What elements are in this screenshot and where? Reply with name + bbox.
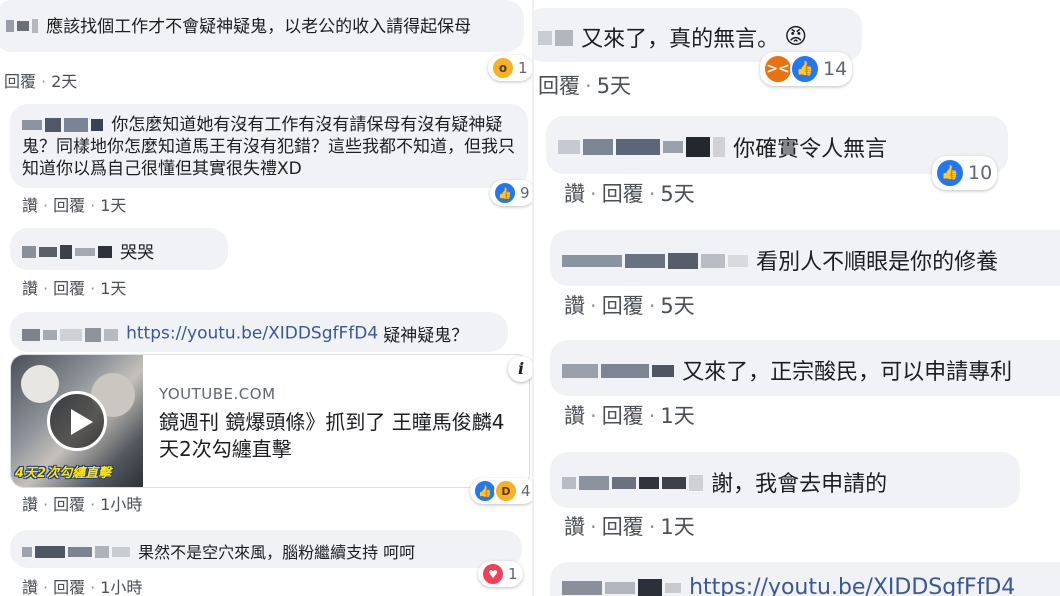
reaction-count: 14: [823, 58, 848, 80]
reaction-count: 1: [518, 59, 528, 77]
reaction-summary[interactable]: 👍 10: [932, 156, 998, 190]
like-reaction-icon: 👍: [493, 181, 517, 205]
blurred-commenter-name[interactable]: [22, 324, 121, 343]
comment-bubble: 應該找個工作才不會疑神疑鬼，以老公的收入請得起保母: [0, 0, 524, 52]
comment-link[interactable]: https://youtu.be/XIDDSgfFfD4: [689, 575, 1015, 596]
blurred-commenter-name[interactable]: [6, 15, 41, 34]
timestamp[interactable]: 5天: [597, 74, 631, 98]
comment-text: 又來了，真的無言。: [581, 27, 780, 52]
info-icon[interactable]: i: [508, 356, 532, 382]
reply-link[interactable]: 回覆: [602, 404, 644, 428]
comment-bubble: 又來了，正宗酸民，可以申請專利: [550, 340, 1060, 396]
comment-meta: 讚 · 回覆 · 5天: [564, 182, 695, 206]
comment-link[interactable]: https://youtu.be/XIDDSgfFfD4: [126, 324, 378, 344]
comment-bubble: 謝，我會去申請的: [550, 452, 1020, 508]
wow-reaction-icon: o: [491, 56, 515, 80]
comment-text: 看別人不順眼是你的修養: [756, 250, 999, 275]
comment-text: 應該找個工作才不會疑神疑鬼，以老公的收入請得起保母: [46, 17, 472, 37]
blurred-commenter-name[interactable]: [22, 241, 115, 260]
comment-meta: 讚 · 回覆 · 1天: [22, 196, 127, 215]
reply-link[interactable]: 回覆: [538, 74, 580, 98]
like-reaction-icon: 👍: [790, 54, 820, 84]
angry-emoji-icon: 😡: [784, 24, 808, 50]
blurred-commenter-name[interactable]: [22, 114, 106, 136]
comment-meta: 讚 · 回覆 · 5天: [564, 294, 695, 318]
like-reaction-icon: 👍: [935, 158, 965, 188]
right-comment-column: 又來了，真的無言。 😡 >< 👍 14 回覆 · 5天 你確實令人無言 👍 10 讚…: [534, 0, 1060, 596]
blurred-commenter-name[interactable]: [562, 251, 751, 270]
comment-text: 你確實令人無言: [733, 137, 888, 162]
like-link[interactable]: 讚: [564, 404, 585, 428]
angry-reaction-icon: ><: [763, 54, 793, 84]
reaction-summary[interactable]: 👍 D 4: [470, 478, 532, 504]
comment-text: 又來了，正宗酸民，可以申請專利: [682, 360, 1013, 385]
reaction-count: 9: [520, 184, 530, 202]
timestamp[interactable]: 1天: [660, 515, 694, 539]
timestamp[interactable]: 5天: [660, 182, 694, 206]
reaction-summary[interactable]: o 1: [488, 55, 532, 81]
comment-meta: 讚 · 回覆 · 1天: [22, 279, 127, 298]
blurred-commenter-name[interactable]: [562, 361, 677, 380]
blurred-commenter-name[interactable]: [538, 28, 576, 47]
left-comment-column: 應該找個工作才不會疑神疑鬼，以老公的收入請得起保母 o 1 回覆 · 2天 你怎麼知…: [0, 0, 532, 596]
comment-meta: 讚 · 回覆 · 1小時: [22, 495, 143, 514]
like-link[interactable]: 讚: [22, 578, 38, 596]
comment-text: 疑神疑鬼？: [383, 326, 469, 346]
comment-meta: 讚 · 回覆 · 1天: [564, 404, 695, 428]
timestamp[interactable]: 1天: [100, 196, 126, 215]
comment-meta: 讚 · 回覆 · 1小時: [22, 578, 143, 596]
haha-reaction-icon: D: [494, 479, 518, 503]
comment-bubble: 看別人不順眼是你的修養: [550, 230, 1060, 286]
like-link[interactable]: 讚: [22, 196, 38, 215]
comment-bubble: 果然不是空穴來風，腦粉繼續支持 呵呵: [10, 530, 522, 568]
reply-link[interactable]: 回覆: [53, 279, 85, 298]
like-link[interactable]: 讚: [22, 495, 38, 514]
reply-link[interactable]: 回覆: [602, 294, 644, 318]
like-link[interactable]: 讚: [564, 182, 585, 206]
timestamp[interactable]: 5天: [660, 294, 694, 318]
reaction-summary[interactable]: 👍 9: [490, 180, 532, 206]
comment-meta: 回覆 · 5天: [538, 74, 632, 98]
reply-link[interactable]: 回覆: [53, 196, 85, 215]
video-thumbnail[interactable]: 4天2次勾纏直擊: [11, 355, 143, 487]
preview-domain: YOUTUBE.COM: [159, 385, 276, 403]
reply-link[interactable]: 回覆: [53, 578, 85, 596]
reaction-count: 4: [521, 482, 531, 500]
blurred-commenter-name[interactable]: [562, 578, 684, 596]
comment-bubble: https://youtu.be/XIDDSgfFfD4 疑神疑鬼？: [10, 312, 508, 352]
like-link[interactable]: 讚: [564, 294, 585, 318]
love-reaction-icon: ♥: [481, 562, 505, 586]
timestamp[interactable]: 2天: [51, 72, 77, 91]
timestamp[interactable]: 1小時: [100, 578, 142, 596]
comment-bubble: https://youtu.be/XIDDSgfFfD4: [550, 562, 1060, 596]
reply-link[interactable]: 回覆: [602, 182, 644, 206]
reply-link[interactable]: 回覆: [53, 495, 85, 514]
comment-bubble: 你怎麼知道她有沒有工作有沒有請保母有沒有疑神疑鬼？同樣地你怎麼知道馬王有沒有犯錯…: [10, 104, 528, 188]
reply-link[interactable]: 回覆: [4, 72, 36, 91]
thumbnail-caption: 4天2次勾纏直擊: [15, 466, 112, 481]
comment-bubble: 哭哭: [10, 228, 228, 270]
thumbnail-figure: [21, 365, 59, 403]
reaction-count: 10: [968, 162, 993, 184]
preview-title[interactable]: 鏡週刊 鏡爆頭條》抓到了 王瞳馬俊麟4天2次勾纏直擊: [159, 409, 514, 463]
reply-link[interactable]: 回覆: [602, 515, 644, 539]
timestamp[interactable]: 1天: [100, 279, 126, 298]
timestamp[interactable]: 1天: [660, 404, 694, 428]
timestamp[interactable]: 1小時: [100, 495, 142, 514]
like-link[interactable]: 讚: [564, 515, 585, 539]
blurred-commenter-name[interactable]: [562, 473, 706, 492]
reaction-summary[interactable]: ♥ 1: [478, 561, 523, 587]
youtube-link-preview[interactable]: 4天2次勾纏直擊 YOUTUBE.COM 鏡週刊 鏡爆頭條》抓到了 王瞳馬俊麟4…: [10, 354, 530, 488]
reaction-summary[interactable]: >< 👍 14: [760, 52, 853, 86]
blurred-commenter-name[interactable]: [22, 542, 133, 561]
comment-meta: 讚 · 回覆 · 1天: [564, 515, 695, 539]
reaction-count: 1: [508, 565, 518, 583]
like-link[interactable]: 讚: [22, 279, 38, 298]
comment-text: 哭哭: [120, 243, 155, 263]
play-icon[interactable]: [47, 391, 107, 451]
comment-meta: 回覆 · 2天: [4, 72, 78, 91]
comment-text: 果然不是空穴來風，腦粉繼續支持 呵呵: [138, 543, 416, 562]
comment-text: 謝，我會去申請的: [711, 472, 888, 497]
blurred-commenter-name[interactable]: [558, 137, 728, 158]
